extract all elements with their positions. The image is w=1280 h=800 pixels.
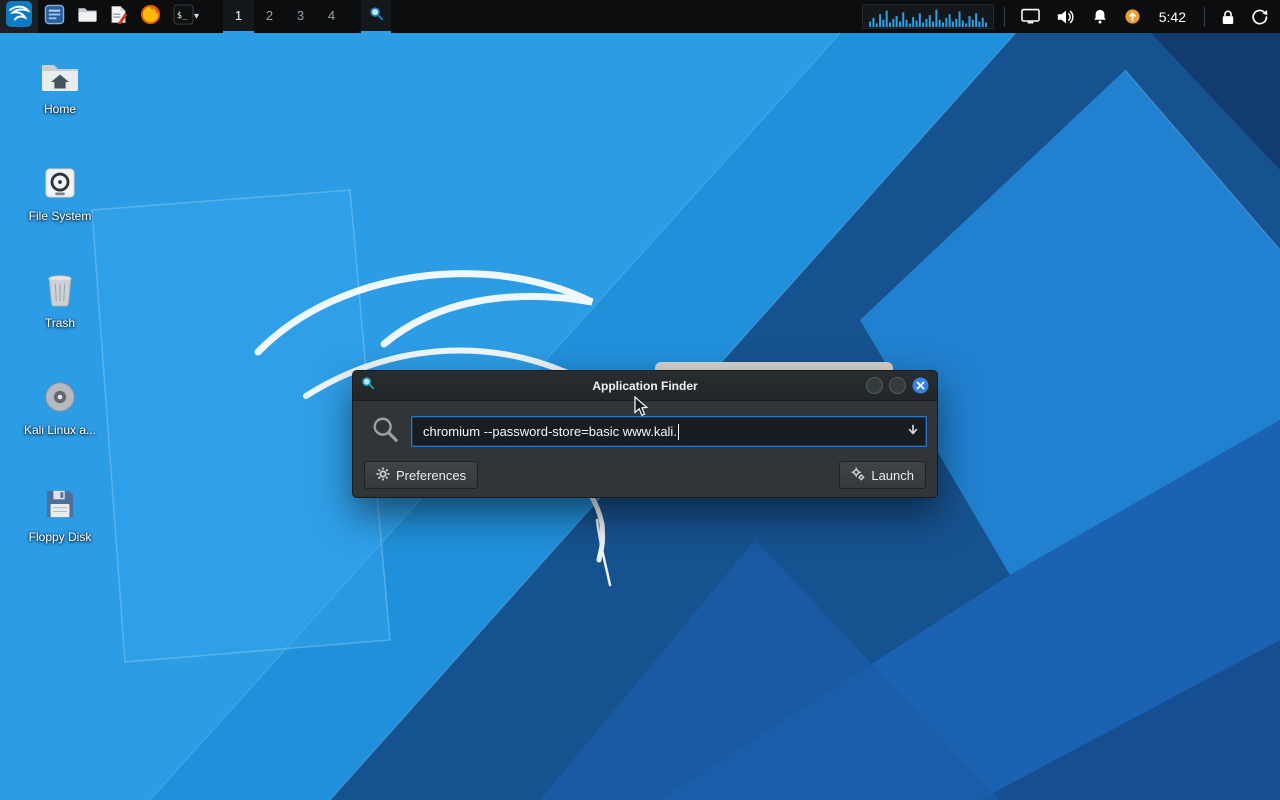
display-icon[interactable] <box>1015 0 1046 33</box>
search-input-value: chromium --password-store=basic www.kali… <box>423 424 677 439</box>
desktop-icon-label: Kali Linux a... <box>24 423 96 437</box>
separator <box>1004 7 1005 27</box>
notifications-bell-icon[interactable] <box>1086 0 1114 33</box>
text-caret <box>678 424 679 440</box>
desktop-icon-label: Home <box>44 102 76 116</box>
application-finder-window: Application Finder <box>352 370 938 498</box>
preferences-button[interactable]: Preferences <box>364 461 478 489</box>
launch-button-label: Launch <box>871 468 914 483</box>
clock[interactable]: 5:42 <box>1151 9 1194 25</box>
window-menu-launcher[interactable] <box>38 0 71 33</box>
trash-can-icon <box>45 270 75 310</box>
workspace-4[interactable]: 4 <box>316 0 347 33</box>
close-button[interactable] <box>912 377 929 394</box>
desktop-icon-label: Trash <box>45 316 75 330</box>
updates-status-icon[interactable] <box>1118 0 1147 33</box>
titlebar[interactable]: Application Finder <box>353 371 937 401</box>
terminal-launcher[interactable]: $_ ▾ <box>167 0 207 33</box>
disc-icon <box>43 377 77 417</box>
taskbar-application-finder[interactable] <box>361 0 391 33</box>
desktop-icon-label: File System <box>29 209 92 223</box>
minimize-button[interactable] <box>866 377 883 394</box>
firefox-icon <box>140 4 161 30</box>
terminal-icon: $_ <box>173 4 194 30</box>
preferences-button-label: Preferences <box>396 468 466 483</box>
desktop-icon-label: Floppy Disk <box>29 530 92 544</box>
gear-icon <box>376 467 390 484</box>
launch-button[interactable]: Launch <box>839 461 926 489</box>
window-title: Application Finder <box>353 379 937 393</box>
top-panel: $_ ▾ 1 2 3 4 <box>0 0 1280 33</box>
kali-menu-button[interactable] <box>0 0 38 33</box>
home-folder-icon <box>40 56 80 96</box>
desktop-icon-home[interactable]: Home <box>14 48 106 155</box>
window-icon <box>361 376 375 395</box>
desktop-icon-floppy-disk[interactable]: Floppy Disk <box>14 476 106 583</box>
workspace-2[interactable]: 2 <box>254 0 285 33</box>
workspace-1[interactable]: 1 <box>223 0 254 33</box>
logout-icon[interactable] <box>1245 0 1274 33</box>
kali-logo-icon <box>6 1 32 32</box>
text-editor-launcher[interactable] <box>104 0 134 33</box>
application-finder-icon <box>369 6 384 26</box>
desktop: $_ ▾ 1 2 3 4 <box>0 0 1280 800</box>
volume-icon[interactable] <box>1050 0 1082 33</box>
hard-drive-icon <box>43 163 77 203</box>
launch-gears-icon <box>851 467 865 484</box>
search-row: chromium --password-store=basic www.kali… <box>363 415 927 448</box>
separator <box>1204 7 1205 27</box>
dropdown-arrow-icon[interactable] <box>907 423 919 441</box>
panel-launchers: $_ ▾ 1 2 3 4 <box>0 0 391 33</box>
search-input[interactable]: chromium --password-store=basic www.kali… <box>411 416 927 447</box>
workspace-3[interactable]: 3 <box>285 0 316 33</box>
desktop-icon-kali-linux[interactable]: Kali Linux a... <box>14 369 106 476</box>
floppy-disk-icon <box>44 484 76 524</box>
folder-icon <box>77 5 98 28</box>
search-icon <box>371 415 399 448</box>
desktop-icon-column: Home File System Trash <box>14 48 106 583</box>
button-row: Preferences <box>363 461 927 489</box>
desktop-icon-trash[interactable]: Trash <box>14 262 106 369</box>
finder-body: chromium --password-store=basic www.kali… <box>353 401 937 501</box>
firefox-launcher[interactable] <box>134 0 167 33</box>
chevron-down-icon[interactable]: ▾ <box>194 11 201 22</box>
window-controls <box>860 377 929 394</box>
maximize-button[interactable] <box>889 377 906 394</box>
workspace-switcher: 1 2 3 4 <box>223 0 347 33</box>
lock-icon[interactable] <box>1215 0 1241 33</box>
window-menu-icon <box>44 4 65 30</box>
svg-text:$_: $_ <box>177 10 188 20</box>
panel-tray: 5:42 <box>862 0 1280 33</box>
text-editor-icon <box>110 5 128 29</box>
cpu-graph[interactable] <box>862 4 994 29</box>
desktop-icon-file-system[interactable]: File System <box>14 155 106 262</box>
file-manager-launcher[interactable] <box>71 0 104 33</box>
